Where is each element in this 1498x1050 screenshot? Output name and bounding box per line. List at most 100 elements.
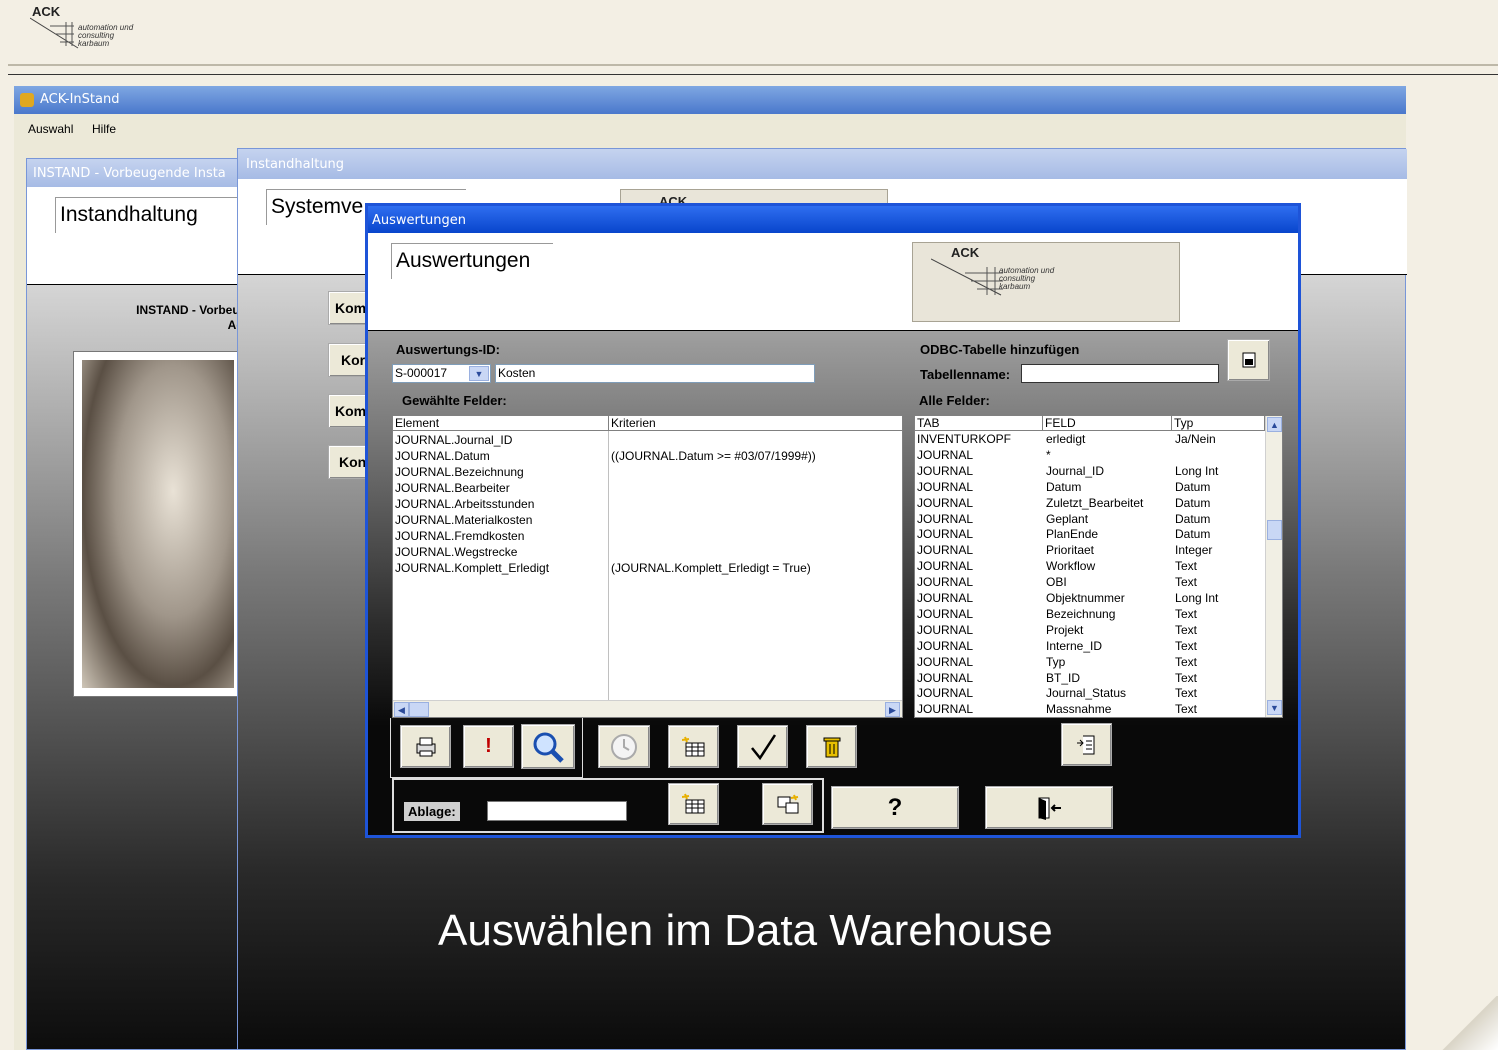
scroll-right-button[interactable]: ▶ — [885, 702, 900, 717]
menu-auswahl[interactable]: Auswahl — [28, 122, 73, 136]
field-row[interactable]: JOURNAL Interne_ID Text — [915, 638, 1264, 654]
field-tab: JOURNAL — [917, 575, 974, 590]
instandhaltung-heading: Systemve — [271, 195, 364, 218]
selected-field-criteria: ((JOURNAL.Datum >= #03/07/1999#)) — [611, 449, 816, 463]
field-row[interactable]: JOURNAL PlanEnde Datum — [915, 526, 1264, 542]
vscroll-thumb[interactable] — [1267, 520, 1282, 540]
odbc-add-button[interactable] — [1227, 339, 1270, 381]
chevron-up-icon: ▲ — [1270, 420, 1279, 430]
tabellenname-input[interactable] — [1021, 364, 1219, 383]
printer-icon — [416, 737, 435, 756]
dialog-title: Auswertungen — [372, 213, 466, 228]
exit-button[interactable] — [985, 786, 1113, 829]
selected-field-row[interactable]: JOURNAL.Materialkosten — [393, 512, 902, 528]
selected-field-criteria: (JOURNAL.Komplett_Erledigt = True) — [611, 561, 811, 575]
field-row[interactable]: JOURNAL Zuletzt_Bearbeitet Datum — [915, 495, 1264, 511]
selected-field-element: JOURNAL.Bezeichnung — [395, 465, 524, 479]
auswertungen-dialog: Auswertungen Auswertungen ACK automation… — [365, 203, 1301, 838]
field-name: Journal_Status — [1046, 686, 1127, 701]
field-name: Prioritaet — [1046, 543, 1095, 558]
selected-header-element[interactable]: Element — [393, 416, 609, 431]
page-curl — [1440, 996, 1498, 1050]
field-name: PlanEnde — [1046, 527, 1099, 542]
tabellenname-label: Tabellenname: — [920, 367, 1011, 382]
field-row[interactable]: INVENTURKOPF erledigt Ja/Nein — [915, 431, 1264, 447]
execute-button[interactable]: ! — [463, 725, 514, 768]
field-row[interactable]: JOURNAL Journal_Status Text — [915, 685, 1264, 701]
search-button[interactable] — [521, 724, 575, 769]
kom-button-3-label: Kom — [335, 403, 367, 419]
field-name: * — [1046, 447, 1051, 462]
field-type: Long Int — [1175, 463, 1219, 478]
fields-header-tab[interactable]: TAB — [915, 416, 1043, 431]
scroll-down-button[interactable]: ▼ — [1267, 700, 1282, 715]
instand-titlebar[interactable]: INSTAND - Vorbeugende Insta — [27, 159, 242, 187]
dialog-titlebar[interactable]: Auswertungen — [368, 206, 1298, 233]
fields-vscrollbar[interactable]: ▲ ▼ — [1265, 416, 1282, 717]
field-row[interactable]: JOURNAL BT_ID Text — [915, 670, 1264, 686]
layout-button[interactable] — [762, 783, 813, 825]
fields-header-feld[interactable]: FELD — [1043, 416, 1172, 431]
field-tab: JOURNAL — [917, 463, 974, 478]
selected-fields-list[interactable]: Element Kriterien JOURNAL.Journal_ID JOUR… — [392, 415, 903, 718]
field-row[interactable]: JOURNAL Datum Datum — [915, 479, 1264, 495]
selected-field-row[interactable]: JOURNAL.Fremdkosten — [393, 528, 902, 544]
auswertungs-name-field[interactable]: Kosten — [495, 364, 815, 383]
field-row[interactable]: JOURNAL Objektnummer Long Int — [915, 590, 1264, 606]
add-field-button[interactable] — [1061, 723, 1112, 766]
field-row[interactable]: JOURNAL Bezeichnung Text — [915, 606, 1264, 622]
field-row[interactable]: JOURNAL Prioritaet Integer — [915, 542, 1264, 558]
field-row[interactable]: JOURNAL Journal_ID Long Int — [915, 463, 1264, 479]
ablage-input[interactable] — [487, 801, 627, 821]
header-logo-tagline-3: karbaum — [78, 39, 110, 48]
kom-button-4[interactable]: Kon — [328, 445, 368, 479]
clock-icon — [611, 733, 637, 760]
field-row[interactable]: JOURNAL Projekt Text — [915, 622, 1264, 638]
field-type: Ja/Nein — [1175, 432, 1216, 446]
field-row[interactable]: JOURNAL * — [915, 447, 1264, 463]
confirm-button[interactable] — [737, 725, 788, 768]
trash-icon — [823, 737, 840, 757]
new-table-button[interactable] — [668, 725, 719, 768]
kom-button-3[interactable]: Kom — [328, 394, 368, 428]
instand-subtitle-line1: INSTAND - Vorbeug — [136, 303, 247, 317]
field-row[interactable]: JOURNAL Typ Text — [915, 654, 1264, 670]
field-row[interactable]: JOURNAL Geplant Datum — [915, 511, 1264, 527]
delete-button[interactable] — [806, 725, 857, 768]
selected-field-row[interactable]: JOURNAL.Bearbeiter — [393, 480, 902, 496]
selected-field-row[interactable]: JOURNAL.Datum ((JOURNAL.Datum >= #03/07/1… — [393, 448, 902, 464]
selected-field-criteria — [611, 496, 901, 512]
field-row[interactable]: JOURNAL Workflow Text — [915, 558, 1264, 574]
selected-hscrollbar[interactable]: ◀ ▶ — [393, 700, 902, 717]
field-row[interactable]: JOURNAL Massnahme Text — [915, 701, 1264, 717]
selected-field-row[interactable]: JOURNAL.Journal_ID — [393, 432, 902, 448]
selected-field-row[interactable]: JOURNAL.Wegstrecke — [393, 544, 902, 560]
field-row[interactable]: JOURNAL OBI Text — [915, 574, 1264, 590]
all-fields-list[interactable]: TAB FELD Typ INVENTURKOPF erledigt Ja/Nein… — [914, 415, 1283, 718]
new-table-icon — [681, 793, 704, 814]
selected-field-row[interactable]: JOURNAL.Arbeitsstunden — [393, 496, 902, 512]
print-button[interactable] — [400, 725, 451, 768]
kom-button-1[interactable]: Kom — [328, 291, 368, 325]
field-name: Journal_ID — [1046, 463, 1105, 478]
field-type: Datum — [1175, 511, 1211, 526]
fields-header-typ[interactable]: Typ — [1172, 416, 1265, 431]
selected-field-row[interactable]: JOURNAL.Bezeichnung — [393, 464, 902, 480]
field-tab: JOURNAL — [917, 479, 974, 494]
scroll-thumb[interactable] — [409, 702, 429, 717]
kom-button-2[interactable]: Kor — [328, 343, 368, 377]
selected-header-kriterien[interactable]: Kriterien — [609, 416, 902, 431]
selected-field-row[interactable]: JOURNAL.Komplett_Erledigt (JOURNAL.Komple… — [393, 560, 902, 576]
menu-hilfe[interactable]: Hilfe — [92, 122, 116, 136]
instandhaltung-titlebar[interactable]: Instandhaltung — [238, 149, 1407, 179]
field-tab: JOURNAL — [917, 622, 974, 637]
app-titlebar[interactable]: ACK-InStand — [14, 86, 1406, 114]
scroll-left-button[interactable]: ◀ — [394, 702, 409, 717]
save-table-button[interactable] — [668, 783, 719, 825]
combo-dropdown-button[interactable]: ▼ — [469, 366, 489, 381]
help-button[interactable]: ? — [831, 786, 959, 829]
instand-title: INSTAND - Vorbeugende Insta — [33, 166, 226, 181]
field-tab: JOURNAL — [917, 495, 974, 510]
schedule-button[interactable] — [598, 725, 650, 768]
scroll-up-button[interactable]: ▲ — [1267, 417, 1282, 432]
